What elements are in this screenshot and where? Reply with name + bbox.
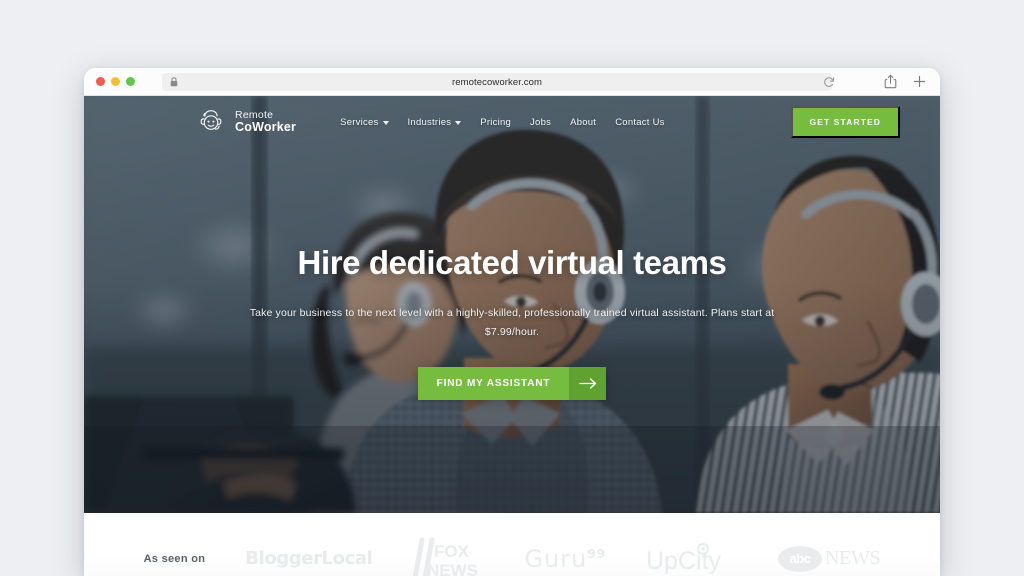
bloggerlocal-wordmark: BloggerLocal: [245, 548, 373, 569]
nav-label-industries: Industries: [407, 116, 452, 128]
plus-icon[interactable]: [913, 75, 926, 93]
press-logo-upcity[interactable]: UpCity: [646, 542, 738, 576]
brand-logo[interactable]: Remote CoWorker: [196, 107, 296, 137]
browser-window: remotecoworker.com Remote CoWorker Servi…: [84, 68, 940, 576]
hero-content: Hire dedicated virtual teams Take your b…: [84, 244, 940, 401]
find-my-assistant-label: FIND MY ASSISTANT: [417, 367, 570, 401]
press-logos-strip: As seen on BloggerLocal FOX NEWS Guru99 …: [84, 513, 940, 576]
close-window-button[interactable]: [96, 77, 105, 86]
guru99-wordmark: Guru99: [524, 544, 606, 573]
address-bar[interactable]: remotecoworker.com: [162, 73, 832, 91]
maximize-window-button[interactable]: [126, 77, 135, 86]
lock-icon: [170, 77, 178, 87]
url-text: remotecoworker.com: [452, 76, 542, 88]
upcity-logo-icon: UpCity: [646, 542, 722, 575]
primary-nav: Services Industries Pricing Jobs About C…: [340, 117, 665, 128]
nav-item-about[interactable]: About: [570, 117, 596, 128]
site-navigation: Remote CoWorker Services Industries Pric…: [84, 96, 940, 148]
nav-item-jobs[interactable]: Jobs: [530, 117, 551, 128]
window-controls[interactable]: [84, 77, 135, 86]
abc-circle-mark: abc: [777, 545, 822, 572]
toolbar-actions: [884, 74, 926, 94]
as-seen-on-label: As seen on: [143, 552, 206, 565]
minimize-window-button[interactable]: [111, 77, 120, 86]
svg-text:UpCity: UpCity: [646, 547, 722, 575]
svg-text:FOX: FOX: [434, 542, 470, 561]
nav-label-about: About: [570, 116, 597, 128]
headset-avatar-icon: [196, 107, 226, 137]
desktop-background: remotecoworker.com Remote CoWorker Servi…: [0, 0, 1024, 576]
chevron-down-icon: [382, 120, 389, 125]
fox-news-logo-icon: FOX NEWS: [413, 537, 478, 576]
nav-label-contact-us: Contact Us: [615, 116, 665, 128]
press-logo-guru99[interactable]: Guru99: [524, 545, 606, 573]
hero-section: Remote CoWorker Services Industries Pric…: [84, 96, 940, 513]
nav-label-services: Services: [340, 116, 379, 128]
find-my-assistant-button[interactable]: FIND MY ASSISTANT: [417, 367, 607, 401]
hero-headline: Hire dedicated virtual teams: [297, 244, 727, 281]
hero-subheadline: Take your business to the next level wit…: [249, 307, 775, 338]
svg-text:NEWS: NEWS: [427, 561, 478, 576]
nav-label-jobs: Jobs: [530, 116, 552, 128]
nav-item-services[interactable]: Services: [340, 116, 389, 128]
press-logo-bloggerlocal[interactable]: BloggerLocal: [245, 548, 373, 569]
nav-label-pricing: Pricing: [480, 116, 512, 128]
nav-item-industries[interactable]: Industries: [408, 117, 462, 128]
nav-item-pricing[interactable]: Pricing: [480, 117, 511, 128]
brand-line-2: CoWorker: [235, 119, 297, 134]
chevron-down-icon: [455, 120, 462, 125]
get-started-button[interactable]: GET STARTED: [790, 106, 900, 138]
arrow-right-icon: [569, 367, 607, 401]
share-icon[interactable]: [884, 74, 897, 94]
press-logo-abc-news[interactable]: abc NEWS: [777, 545, 881, 572]
nav-item-contact-us[interactable]: Contact Us: [615, 117, 665, 128]
brand-line-1: Remote: [235, 108, 274, 121]
press-logo-fox-news[interactable]: FOX NEWS: [412, 537, 484, 576]
reload-icon[interactable]: [822, 75, 836, 89]
abc-news-wordmark: NEWS: [824, 547, 881, 569]
browser-toolbar: remotecoworker.com: [84, 68, 940, 96]
